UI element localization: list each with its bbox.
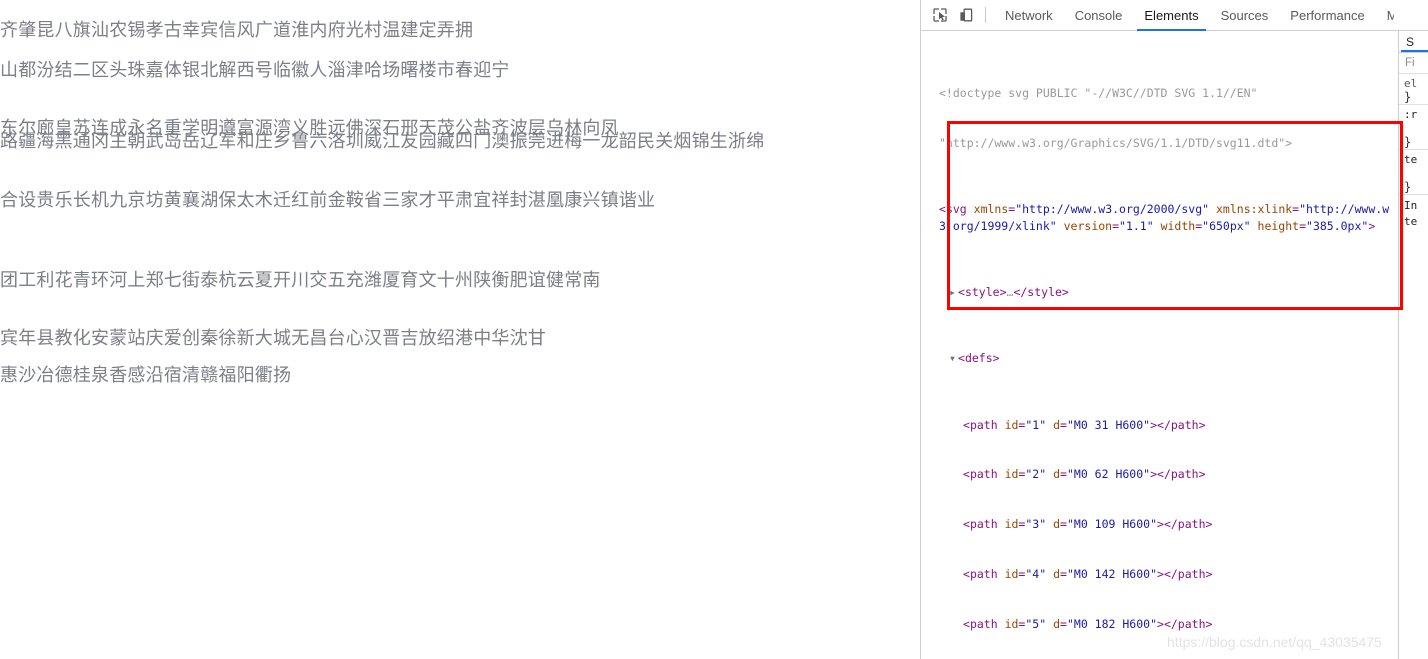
- tab-console[interactable]: Console: [1064, 0, 1134, 31]
- code-line-doctype-2: "http://www.w3.org/Graphics/SVG/1.1/DTD/…: [939, 135, 1293, 150]
- code-line-defs-open[interactable]: ▾ <defs>: [921, 350, 1398, 367]
- svg-text-line: 团工利花青环河上郑七街泰杭云夏开川交五充潍厦育文十州陕衡肥谊健常南: [0, 270, 601, 291]
- toolbar-divider: [985, 7, 986, 23]
- device-toolbar-icon[interactable]: [953, 3, 979, 27]
- screenshot-root: 齐肇昆八旗汕农锡孝古幸宾信风广道淮内府光村温建定弄拥 山都汾结二区头珠嘉体银北解…: [0, 0, 1428, 659]
- devtools-toolbar: Network Console Elements Sources Perform…: [921, 0, 1428, 31]
- devtools-tab-bar: Network Console Elements Sources Perform…: [994, 0, 1394, 31]
- style-rule[interactable]: :r: [1399, 104, 1428, 121]
- styles-sidebar: S Fi el } :r } te } In te: [1399, 31, 1428, 659]
- code-line-doctype-1: <!doctype svg PUBLIC "-//W3C//DTD SVG 1.…: [939, 85, 1258, 100]
- tab-label: Network: [1005, 7, 1053, 23]
- tab-styles[interactable]: S: [1399, 31, 1428, 53]
- style-rule[interactable]: el: [1399, 74, 1428, 90]
- tab-sources[interactable]: Sources: [1210, 0, 1280, 31]
- code-line-path[interactable]: <path id="5" d="M0 182 H600"></path>: [921, 616, 1398, 633]
- style-rule[interactable]: te: [1399, 212, 1428, 228]
- dom-tree: <!doctype svg PUBLIC "-//W3C//DTD SVG 1.…: [921, 31, 1398, 659]
- tab-label: Sources: [1220, 7, 1269, 23]
- code-line-path[interactable]: <path id="2" d="M0 62 H600"></path>: [921, 466, 1398, 483]
- filter-placeholder: Fi: [1405, 57, 1415, 69]
- code-line-path[interactable]: <path id="4" d="M0 142 H600"></path>: [921, 566, 1398, 583]
- svg-text-line: 惠沙冶德桂泉香感沿宿清赣福阳衢扬: [0, 365, 292, 386]
- inspect-element-icon[interactable]: [927, 3, 953, 27]
- styles-filter-input[interactable]: Fi: [1399, 53, 1428, 74]
- tab-label: Console: [1074, 7, 1123, 23]
- style-rule-close: }: [1404, 180, 1412, 194]
- tab-elements[interactable]: Elements: [1133, 0, 1209, 31]
- code-line-path[interactable]: <path id="1" d="M0 31 H600"></path>: [921, 417, 1398, 434]
- elements-tree-panel[interactable]: <!doctype svg PUBLIC "-//W3C//DTD SVG 1.…: [921, 31, 1399, 659]
- browser-content-area: 齐肇昆八旗汕农锡孝古幸宾信风广道淮内府光村温建定弄拥 山都汾结二区头珠嘉体银北解…: [0, 0, 920, 659]
- svg-text-line: 山都汾结二区头珠嘉体银北解西号临徽人淄津哈场曙楼市春迎宁: [0, 60, 510, 81]
- tab-label: S: [1406, 34, 1415, 49]
- tab-label: M: [1386, 7, 1394, 23]
- tab-label: Performance: [1290, 7, 1365, 23]
- style-rule-close: }: [1404, 135, 1412, 149]
- svg-text-line: 路疆海黑通冈主朝武岛岳辽军和庄乡鲁六洛圳威江友园藏四门澳振莞进梅一龙韶民关烟锦生…: [0, 131, 765, 152]
- style-rule-close: }: [1404, 90, 1412, 104]
- expand-triangle-icon[interactable]: ▾: [949, 350, 958, 367]
- tab-memory[interactable]: M: [1376, 0, 1394, 31]
- style-section-inherited: In: [1399, 194, 1428, 212]
- code-line-style[interactable]: ▸ <style>…</style>: [921, 284, 1398, 301]
- svg-text-line: 齐肇昆八旗汕农锡孝古幸宾信风广道淮内府光村温建定弄拥: [0, 20, 474, 41]
- rendered-svg-output: 齐肇昆八旗汕农锡孝古幸宾信风广道淮内府光村温建定弄拥 山都汾结二区头珠嘉体银北解…: [0, 0, 920, 400]
- code-line-svg-open[interactable]: <svg xmlns="http://www.w3.org/2000/svg" …: [921, 201, 1398, 234]
- tab-label: Elements: [1144, 7, 1199, 23]
- code-line-path[interactable]: <path id="3" d="M0 109 H600"></path>: [921, 516, 1398, 533]
- tab-network[interactable]: Network: [994, 0, 1064, 31]
- expand-triangle-icon[interactable]: ▸: [949, 284, 958, 301]
- style-rule[interactable]: te: [1399, 149, 1428, 166]
- svg-text-line: 合设贵乐长机九京坊黄襄湖保太木迁红前金鞍省三家才平肃宜祥封湛凰康兴镇谐业: [0, 190, 656, 211]
- tab-performance[interactable]: Performance: [1279, 0, 1375, 31]
- devtools-panel: Network Console Elements Sources Perform…: [920, 0, 1428, 659]
- svg-text-line: 宾年县教化安蒙站庆爱创秦徐新大城无昌台心汉晋吉放绍港中华沈甘: [0, 328, 546, 349]
